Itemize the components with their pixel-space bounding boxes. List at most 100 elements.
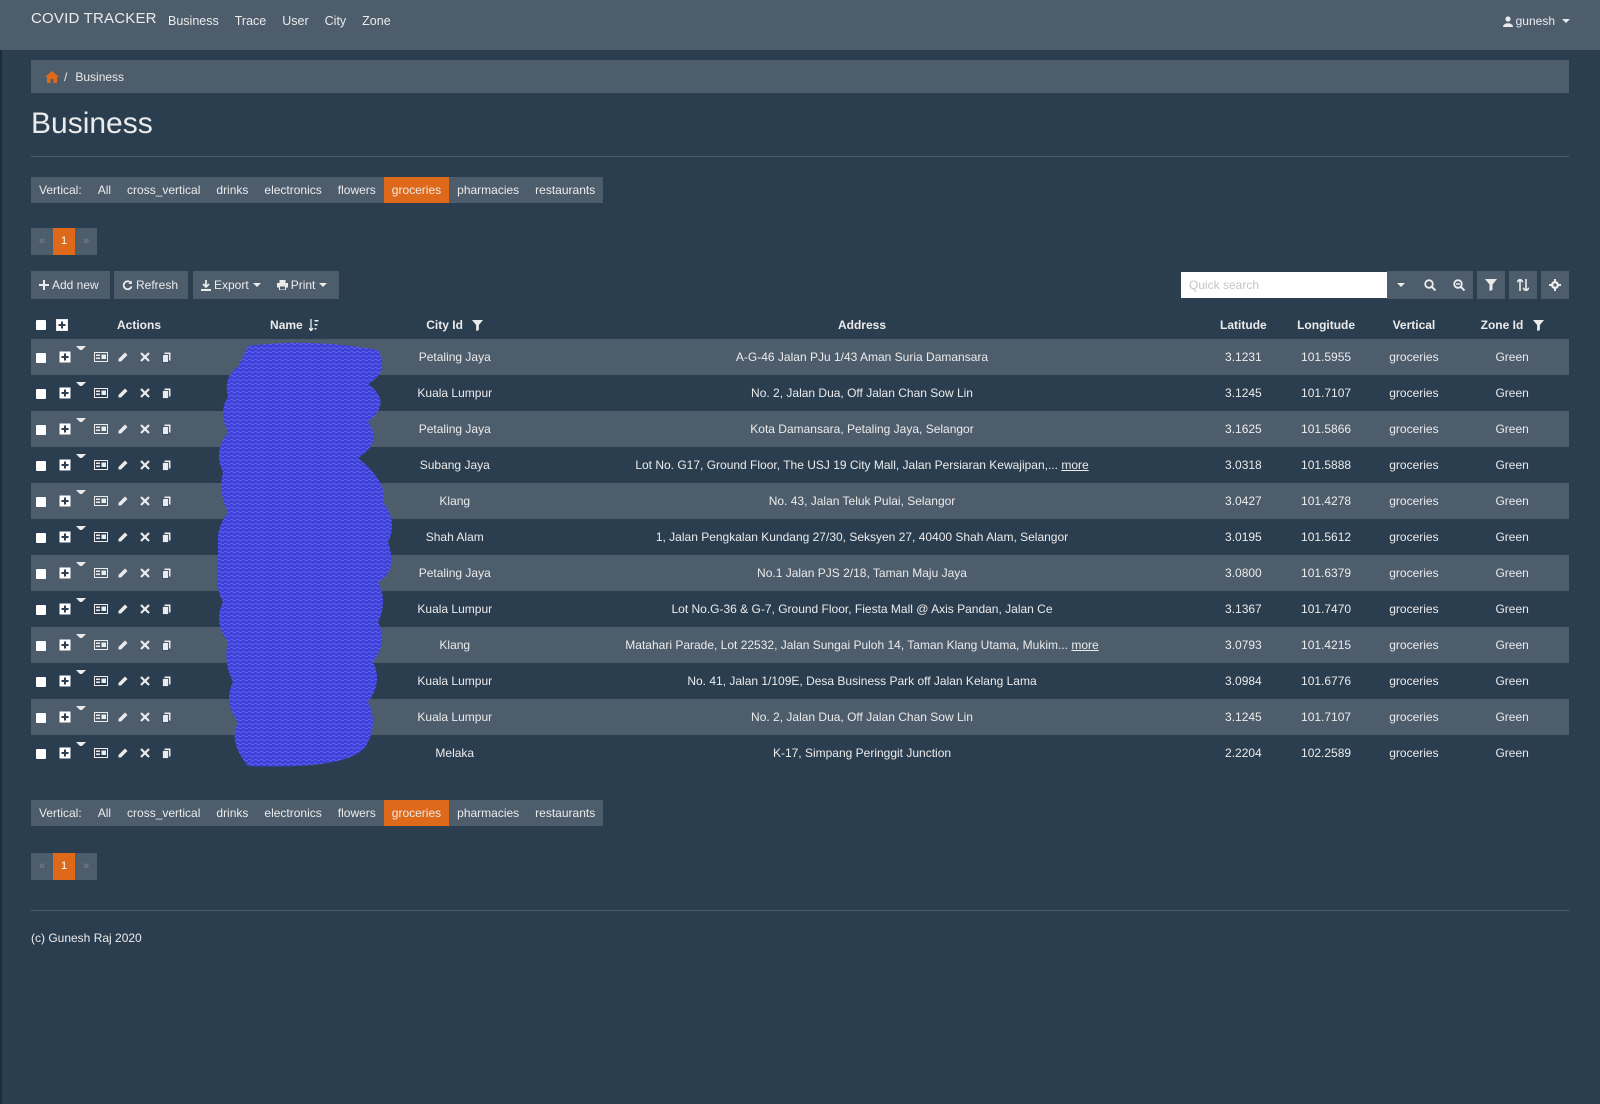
longitude-header[interactable]: Longitude (1280, 310, 1373, 339)
vertical-option-electronics[interactable]: electronics (256, 177, 329, 203)
expand-row-icon[interactable] (54, 672, 76, 690)
row-menu-chevron-icon[interactable] (75, 634, 86, 654)
view-record-icon[interactable] (90, 636, 112, 654)
row-checkbox[interactable] (36, 496, 47, 507)
vertical-option-flowers[interactable]: flowers (330, 800, 384, 826)
row-menu-chevron-icon[interactable] (75, 706, 86, 726)
copy-icon[interactable] (156, 456, 178, 474)
nav-user[interactable]: User (282, 14, 308, 28)
view-record-icon[interactable] (90, 672, 112, 690)
expand-row-icon[interactable] (54, 456, 76, 474)
copy-icon[interactable] (156, 672, 178, 690)
row-checkbox[interactable] (36, 424, 47, 435)
filter-icon[interactable] (472, 319, 484, 331)
view-record-icon[interactable] (90, 456, 112, 474)
delete-x-icon[interactable] (134, 708, 156, 726)
edit-pencil-icon[interactable] (112, 348, 134, 366)
copy-icon[interactable] (156, 348, 178, 366)
more-link[interactable]: more (1061, 458, 1088, 472)
row-checkbox[interactable] (36, 640, 47, 651)
expand-row-icon[interactable] (54, 744, 76, 762)
view-record-icon[interactable] (90, 384, 112, 402)
vertical-option-groceries[interactable]: groceries (383, 800, 450, 826)
copy-icon[interactable] (156, 528, 178, 546)
vertical-option-cross-vertical[interactable]: cross_vertical (119, 177, 208, 203)
row-menu-chevron-icon[interactable] (75, 346, 86, 366)
copy-icon[interactable] (156, 492, 178, 510)
delete-x-icon[interactable] (134, 348, 156, 366)
expand-row-icon[interactable] (54, 708, 76, 726)
pager-prev[interactable]: « (31, 853, 53, 880)
delete-x-icon[interactable] (134, 456, 156, 474)
delete-x-icon[interactable] (134, 384, 156, 402)
copy-icon[interactable] (156, 384, 178, 402)
quick-search-input[interactable] (1181, 272, 1387, 298)
vertical-option-drinks[interactable]: drinks (208, 177, 256, 203)
zone-header-cell[interactable]: Zone Id (1455, 310, 1569, 339)
delete-x-icon[interactable] (134, 672, 156, 690)
row-menu-chevron-icon[interactable] (75, 562, 86, 582)
vertical-option-pharmacies[interactable]: pharmacies (449, 177, 527, 203)
vertical-header[interactable]: Vertical (1373, 310, 1456, 339)
nav-trace[interactable]: Trace (235, 14, 267, 28)
edit-pencil-icon[interactable] (112, 384, 134, 402)
edit-pencil-icon[interactable] (112, 672, 134, 690)
vertical-option-restaurants[interactable]: restaurants (527, 800, 603, 826)
user-menu[interactable]: gunesh (1502, 14, 1570, 28)
more-link[interactable]: more (1071, 638, 1098, 652)
row-menu-chevron-icon[interactable] (75, 670, 86, 690)
nav-zone[interactable]: Zone (362, 14, 391, 28)
row-checkbox[interactable] (36, 532, 47, 543)
filter-button[interactable] (1477, 271, 1505, 299)
expand-row-icon[interactable] (54, 528, 76, 546)
pager-next[interactable]: » (75, 228, 97, 255)
delete-x-icon[interactable] (134, 600, 156, 618)
pager-next[interactable]: » (75, 853, 97, 880)
row-checkbox[interactable] (36, 568, 47, 579)
expand-row-icon[interactable] (54, 636, 76, 654)
view-record-icon[interactable] (90, 564, 112, 582)
search-options-dropdown[interactable] (1387, 271, 1416, 299)
export-button[interactable]: Export (193, 271, 269, 299)
edit-pencil-icon[interactable] (112, 492, 134, 510)
clear-search-button[interactable] (1444, 271, 1473, 299)
latitude-header[interactable]: Latitude (1207, 310, 1279, 339)
edit-pencil-icon[interactable] (112, 744, 134, 762)
row-menu-chevron-icon[interactable] (75, 526, 86, 546)
copy-icon[interactable] (156, 636, 178, 654)
view-record-icon[interactable] (90, 528, 112, 546)
row-menu-chevron-icon[interactable] (75, 454, 86, 474)
edit-pencil-icon[interactable] (112, 636, 134, 654)
delete-x-icon[interactable] (134, 636, 156, 654)
refresh-button[interactable]: Refresh (114, 271, 188, 299)
delete-x-icon[interactable] (134, 744, 156, 762)
pager-page-1[interactable]: 1 (53, 228, 75, 255)
row-checkbox[interactable] (36, 712, 47, 723)
expand-row-icon[interactable] (54, 384, 76, 402)
vertical-option-drinks[interactable]: drinks (208, 800, 256, 826)
brand-logo[interactable]: COVID TRACKER (31, 10, 157, 27)
vertical-option-pharmacies[interactable]: pharmacies (449, 800, 527, 826)
row-checkbox[interactable] (36, 748, 47, 759)
view-record-icon[interactable] (90, 348, 112, 366)
edit-pencil-icon[interactable] (112, 708, 134, 726)
row-menu-chevron-icon[interactable] (75, 382, 86, 402)
expand-row-icon[interactable] (54, 564, 76, 582)
home-icon[interactable] (45, 70, 59, 83)
delete-x-icon[interactable] (134, 564, 156, 582)
name-header-cell[interactable]: Name (196, 310, 392, 339)
filter-icon[interactable] (1532, 319, 1544, 331)
vertical-option-all[interactable]: All (90, 177, 119, 203)
settings-button[interactable] (1541, 271, 1569, 299)
copy-icon[interactable] (156, 744, 178, 762)
vertical-option-flowers[interactable]: flowers (330, 177, 384, 203)
vertical-option-groceries[interactable]: groceries (383, 177, 450, 203)
pager-page-1[interactable]: 1 (53, 853, 75, 880)
view-record-icon[interactable] (90, 708, 112, 726)
nav-city[interactable]: City (325, 14, 347, 28)
row-checkbox[interactable] (36, 604, 47, 615)
expand-row-icon[interactable] (54, 600, 76, 618)
copy-icon[interactable] (156, 708, 178, 726)
vertical-option-cross-vertical[interactable]: cross_vertical (119, 800, 208, 826)
copy-icon[interactable] (156, 420, 178, 438)
